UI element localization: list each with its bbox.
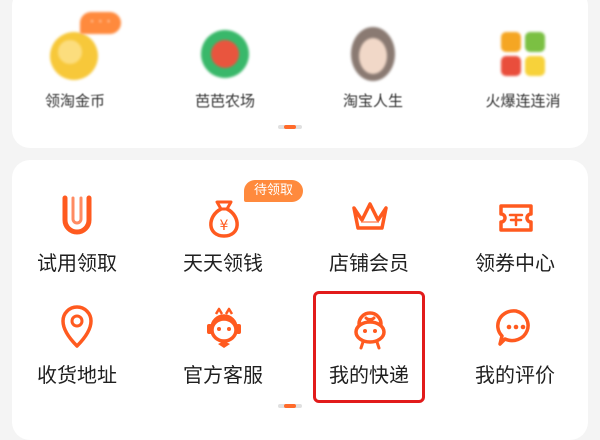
services-card: 试用领取 ¥ 待领取 天天领钱 店铺会员 领券中心 收货地址 官方客服 我的快递… <box>12 160 588 440</box>
mini-app-farm[interactable]: 芭芭农场 <box>160 16 290 126</box>
crown-icon <box>352 202 388 230</box>
mini-app-puzzle[interactable]: 火爆连连消 <box>458 16 588 126</box>
mini-app-badge: · · · <box>80 12 121 34</box>
service-my-reviews[interactable]: 我的评价 <box>450 302 580 402</box>
coupon-icon <box>499 204 533 232</box>
trial-u-icon <box>62 195 92 235</box>
svg-text:¥: ¥ <box>220 218 229 234</box>
mini-app-taobao-life[interactable]: 淘宝人生 <box>308 16 438 126</box>
farm-icon <box>201 30 249 78</box>
service-daily-money[interactable]: ¥ 待领取 天天领钱 <box>158 180 304 290</box>
puzzle-game-icon <box>501 32 545 76</box>
chat-bubble-icon <box>496 309 530 346</box>
service-label: 试用领取 <box>37 251 117 275</box>
service-label: 天天领钱 <box>183 251 263 275</box>
customer-service-icon <box>207 307 241 348</box>
mini-app-label: 芭芭农场 <box>194 92 255 110</box>
highlight-annotation-box <box>313 291 425 403</box>
mini-apps-card: · · · 领淘金币 芭芭农场 淘宝人生 火爆连连消 <box>12 0 588 148</box>
service-label: 我的评价 <box>475 363 555 387</box>
service-store-membership[interactable]: 店铺会员 <box>304 190 434 290</box>
service-shipping-address[interactable]: 收货地址 <box>12 302 142 402</box>
gold-coin-icon <box>50 32 98 80</box>
mini-app-gold-coin[interactable]: · · · 领淘金币 <box>10 12 140 126</box>
service-label: 官方客服 <box>183 363 263 387</box>
mini-app-label: 火爆连连消 <box>485 92 561 110</box>
mini-app-label: 淘宝人生 <box>342 92 403 110</box>
avatar-icon <box>351 27 395 81</box>
service-label: 领券中心 <box>475 251 555 275</box>
service-label: 店铺会员 <box>329 251 409 275</box>
page-indicator-active <box>284 125 296 129</box>
service-official-support[interactable]: 官方客服 <box>158 302 288 402</box>
service-trial[interactable]: 试用领取 <box>12 190 142 290</box>
location-pin-icon <box>61 305 93 348</box>
mini-app-label: 领淘金币 <box>44 92 105 110</box>
page-indicator-active <box>284 404 296 408</box>
service-coupon-center[interactable]: 领券中心 <box>450 190 580 290</box>
service-badge: 待领取 <box>244 180 304 202</box>
service-label: 收货地址 <box>37 363 117 387</box>
money-bag-icon: ¥ <box>209 200 239 238</box>
